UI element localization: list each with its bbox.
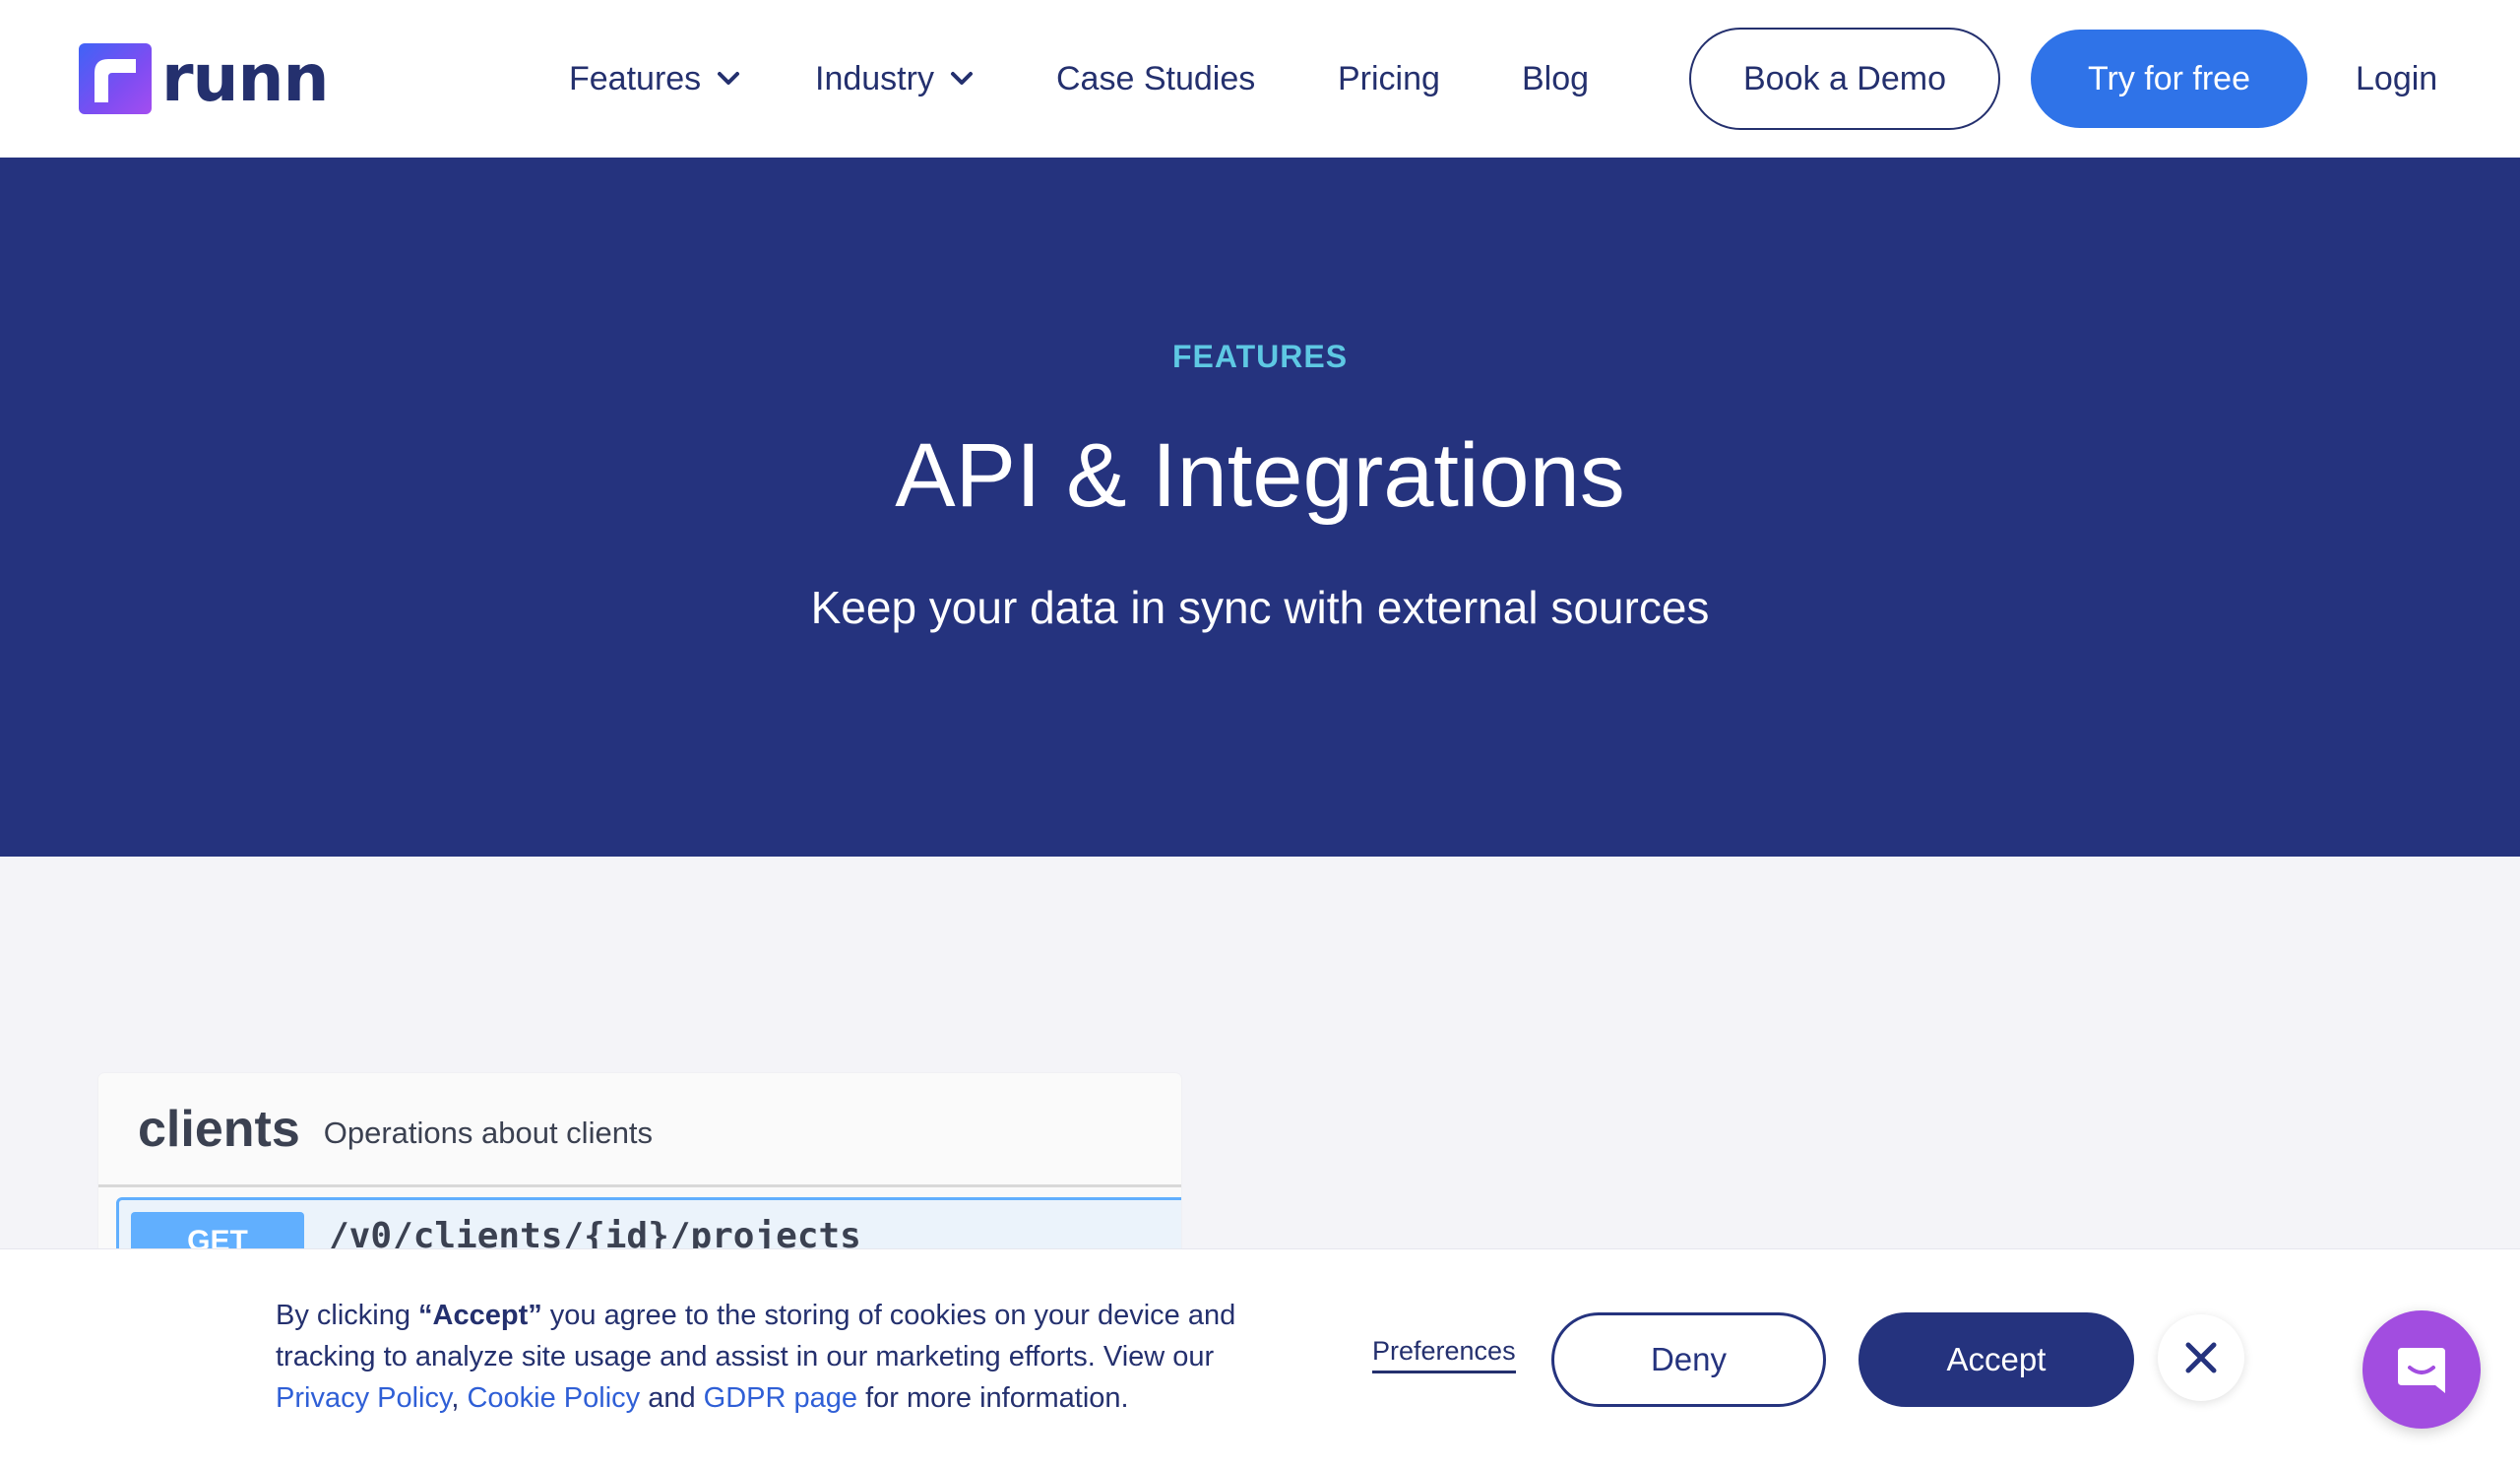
- site-header: runn Features Industry Case Studies Pric…: [0, 0, 2520, 158]
- chevron-down-icon: [950, 72, 973, 85]
- close-icon: [2185, 1342, 2217, 1373]
- nav-item-label: Blog: [1522, 59, 1590, 97]
- gdpr-page-link[interactable]: GDPR page: [704, 1382, 857, 1414]
- privacy-policy-link[interactable]: Privacy Policy: [276, 1382, 451, 1414]
- nav-item-blog[interactable]: Blog: [1522, 51, 1589, 106]
- deny-button[interactable]: Deny: [1551, 1312, 1826, 1407]
- api-tag-description: Operations about clients: [323, 1115, 654, 1150]
- nav-item-label: Features: [569, 59, 702, 97]
- logo-mark-icon: [79, 43, 152, 114]
- cookie-accept-quote: “Accept”: [418, 1300, 542, 1331]
- accept-button[interactable]: Accept: [1858, 1312, 2134, 1407]
- chat-launcher-button[interactable]: [2362, 1310, 2481, 1429]
- chat-icon: [2398, 1348, 2445, 1393]
- nav-item-label: Pricing: [1338, 59, 1440, 97]
- book-demo-button[interactable]: Book a Demo: [1689, 28, 2000, 130]
- api-tag-name: clients: [138, 1100, 300, 1158]
- close-banner-button[interactable]: [2158, 1314, 2244, 1401]
- cookie-banner: By clicking “Accept” you agree to the st…: [0, 1248, 2520, 1467]
- cookie-text-part: and: [640, 1382, 704, 1414]
- login-link[interactable]: Login: [2356, 51, 2437, 106]
- nav-item-label: Case Studies: [1056, 59, 1256, 97]
- chevron-down-icon: [718, 72, 740, 85]
- cookie-text-part: for more information.: [857, 1382, 1129, 1414]
- nav-item-label: Industry: [815, 59, 934, 97]
- logo-wordmark: runn: [161, 40, 330, 116]
- hero-section: FEATURES API & Integrations Keep your da…: [0, 158, 2520, 857]
- cookie-text-part: ,: [451, 1382, 468, 1414]
- nav-item-pricing[interactable]: Pricing: [1338, 51, 1440, 106]
- cookie-policy-link[interactable]: Cookie Policy: [467, 1382, 640, 1414]
- api-tag-header[interactable]: clients Operations about clients: [98, 1073, 1181, 1187]
- nav-item-industry[interactable]: Industry: [815, 51, 976, 106]
- runn-logo[interactable]: runn: [79, 40, 330, 116]
- hero-subtitle: Keep your data in sync with external sou…: [810, 582, 1710, 633]
- nav-item-case-studies[interactable]: Case Studies: [1056, 51, 1255, 106]
- cookie-message: By clicking “Accept” you agree to the st…: [276, 1295, 1280, 1419]
- preferences-link[interactable]: Preferences: [1372, 1336, 1516, 1373]
- page-title: API & Integrations: [895, 425, 1625, 526]
- hero-eyebrow: FEATURES: [1171, 339, 1349, 374]
- nav-item-features[interactable]: Features: [569, 51, 742, 106]
- try-for-free-button[interactable]: Try for free: [2031, 30, 2307, 128]
- cookie-text-part: By clicking: [276, 1300, 419, 1331]
